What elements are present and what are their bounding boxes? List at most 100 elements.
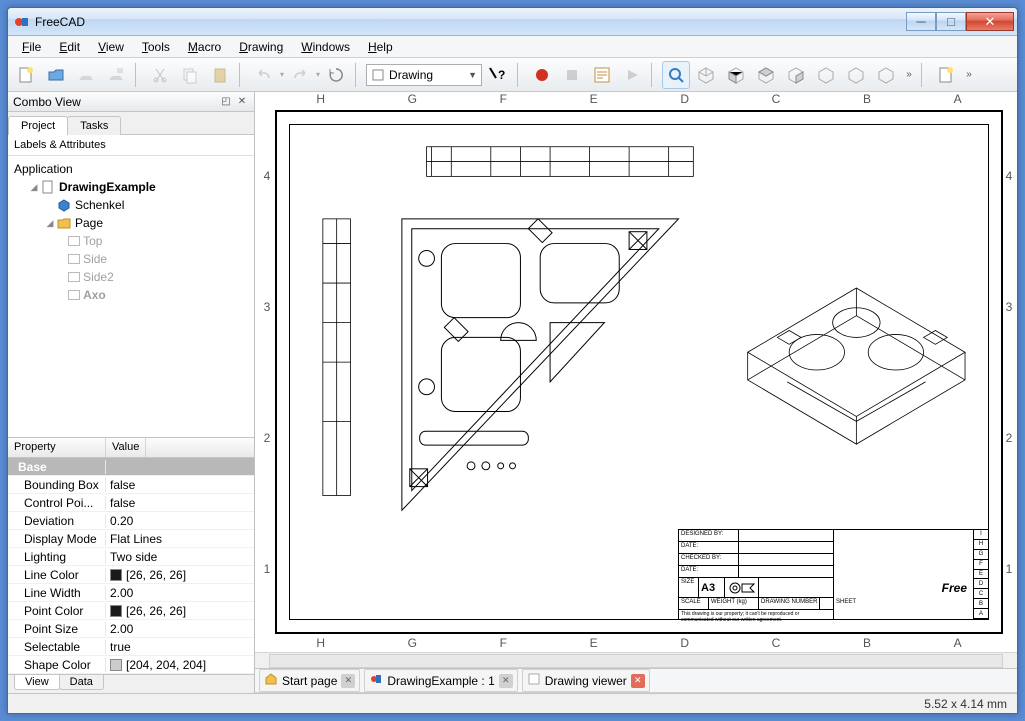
- tree-page[interactable]: ◢Page: [10, 214, 252, 232]
- menu-tools[interactable]: Tools: [134, 38, 178, 56]
- combo-tabs: Project Tasks: [8, 112, 254, 135]
- document-tree[interactable]: Application ◢DrawingExample Schenkel ◢Pa…: [8, 156, 254, 438]
- prop-row[interactable]: Display ModeFlat Lines: [8, 530, 254, 548]
- doc-icon: [264, 672, 278, 689]
- tree-view-axo[interactable]: Axo: [10, 286, 252, 304]
- doc-tab[interactable]: DrawingExample : 1 ✕: [364, 669, 517, 692]
- combo-view-title: Combo View: [13, 95, 81, 109]
- toolbar-overflow[interactable]: »: [902, 61, 916, 89]
- cut-button[interactable]: [146, 61, 174, 89]
- ruler-left: 1234: [259, 110, 275, 634]
- prop-row[interactable]: Deviation0.20: [8, 512, 254, 530]
- minimize-button[interactable]: ─: [906, 12, 936, 31]
- combo-view-header[interactable]: Combo View ◰ ✕: [8, 92, 254, 112]
- tab-data[interactable]: Data: [59, 675, 104, 690]
- workbench-select[interactable]: Drawing ▼: [366, 64, 482, 86]
- doc-close-icon[interactable]: ✕: [499, 674, 513, 688]
- whatsthis-button[interactable]: ?: [484, 61, 512, 89]
- view-top-button[interactable]: [752, 61, 780, 89]
- tree-part[interactable]: Schenkel: [10, 196, 252, 214]
- menu-help[interactable]: Help: [360, 38, 401, 56]
- open-button[interactable]: [42, 61, 70, 89]
- view-right-button[interactable]: [782, 61, 810, 89]
- macro-stop-button[interactable]: [558, 61, 586, 89]
- doc-icon: [40, 180, 56, 194]
- menu-drawing[interactable]: Drawing: [231, 38, 291, 56]
- macro-record-button[interactable]: [528, 61, 556, 89]
- prop-row[interactable]: Line Color[26, 26, 26]: [8, 566, 254, 584]
- drawing-new-button[interactable]: [932, 61, 960, 89]
- property-col[interactable]: Property: [8, 438, 106, 457]
- tab-view[interactable]: View: [14, 675, 60, 690]
- drawing-canvas[interactable]: HGFEDCBA HGFEDCBA 1234 1234: [255, 92, 1017, 669]
- doc-label: Start page: [282, 674, 337, 688]
- status-coords: 5.52 x 4.14 mm: [924, 697, 1007, 711]
- doc-tab[interactable]: Drawing viewer✕: [522, 669, 650, 692]
- view-front-button[interactable]: [722, 61, 750, 89]
- tree-view-top[interactable]: Top: [10, 232, 252, 250]
- undo-button[interactable]: [250, 61, 278, 89]
- doc-tab[interactable]: Start page ✕: [259, 669, 360, 692]
- value-col[interactable]: Value: [106, 438, 146, 457]
- new-button[interactable]: [12, 61, 40, 89]
- view-bottom-button[interactable]: [842, 61, 870, 89]
- menu-windows[interactable]: Windows: [293, 38, 358, 56]
- maximize-button[interactable]: □: [936, 12, 966, 31]
- prop-row[interactable]: Bounding Boxfalse: [8, 476, 254, 494]
- prop-row[interactable]: Selectabletrue: [8, 638, 254, 656]
- folder-icon: [56, 216, 72, 230]
- doc-label: DrawingExample : 1: [387, 674, 494, 688]
- tree-doc[interactable]: ◢DrawingExample: [10, 178, 252, 196]
- toolbar-overflow-2[interactable]: »: [962, 61, 976, 89]
- workbench-label: Drawing: [389, 68, 433, 82]
- view-rear-button[interactable]: [812, 61, 840, 89]
- tree-view-side[interactable]: Side: [10, 250, 252, 268]
- prop-row[interactable]: Point Color[26, 26, 26]: [8, 602, 254, 620]
- document-tabs: Start page✕DrawingExample : 1✕Drawing vi…: [255, 669, 1017, 693]
- prop-row[interactable]: LightingTwo side: [8, 548, 254, 566]
- ruler-right: 1234: [1001, 110, 1017, 634]
- window-title: FreeCAD: [35, 15, 906, 29]
- main-area: HGFEDCBA HGFEDCBA 1234 1234: [255, 92, 1017, 693]
- titlebar[interactable]: FreeCAD ─ □ ✕: [8, 8, 1017, 36]
- menu-macro[interactable]: Macro: [180, 38, 229, 56]
- app-icon: [14, 14, 30, 30]
- prop-row[interactable]: Control Poi...false: [8, 494, 254, 512]
- prop-row[interactable]: Point Size2.00: [8, 620, 254, 638]
- prop-group-base: Base: [8, 458, 254, 476]
- horizontal-scrollbar[interactable]: [255, 652, 1017, 668]
- doc-close-icon[interactable]: ✕: [341, 674, 355, 688]
- property-header: Property Value: [8, 438, 254, 458]
- doc-icon: [369, 672, 383, 689]
- menu-edit[interactable]: Edit: [51, 38, 88, 56]
- menu-file[interactable]: File: [14, 38, 49, 56]
- tree-view-side2[interactable]: Side2: [10, 268, 252, 286]
- prop-row[interactable]: Shape Color[204, 204, 204]: [8, 656, 254, 674]
- menu-view[interactable]: View: [90, 38, 132, 56]
- ruler-top: HGFEDCBA: [275, 92, 1003, 108]
- copy-button[interactable]: [176, 61, 204, 89]
- macro-list-button[interactable]: [588, 61, 616, 89]
- view-axo-button[interactable]: [692, 61, 720, 89]
- tab-project[interactable]: Project: [8, 116, 68, 135]
- close-button[interactable]: ✕: [966, 12, 1014, 31]
- tab-tasks[interactable]: Tasks: [67, 116, 121, 135]
- doc-close-icon[interactable]: ✕: [631, 674, 645, 688]
- tree-root[interactable]: Application: [10, 160, 252, 178]
- undock-icon[interactable]: ◰: [219, 95, 233, 109]
- property-tabs: View Data: [8, 674, 254, 693]
- view-left-button[interactable]: [872, 61, 900, 89]
- redo-button[interactable]: [286, 61, 314, 89]
- refresh-button[interactable]: [322, 61, 350, 89]
- macro-play-button[interactable]: [618, 61, 646, 89]
- property-list[interactable]: Base Bounding BoxfalseControl Poi...fals…: [8, 458, 254, 674]
- statusbar: 5.52 x 4.14 mm: [8, 693, 1017, 713]
- saveas-button[interactable]: [102, 61, 130, 89]
- view-fit-button[interactable]: [662, 61, 690, 89]
- drawing-sheet: DESIGNED BY: DATE: CHECKED BY: DATE: SIZ…: [275, 110, 1003, 634]
- prop-row[interactable]: Line Width2.00: [8, 584, 254, 602]
- paste-button[interactable]: [206, 61, 234, 89]
- close-panel-icon[interactable]: ✕: [235, 95, 249, 109]
- menubar: File Edit View Tools Macro Drawing Windo…: [8, 36, 1017, 58]
- save-button[interactable]: [72, 61, 100, 89]
